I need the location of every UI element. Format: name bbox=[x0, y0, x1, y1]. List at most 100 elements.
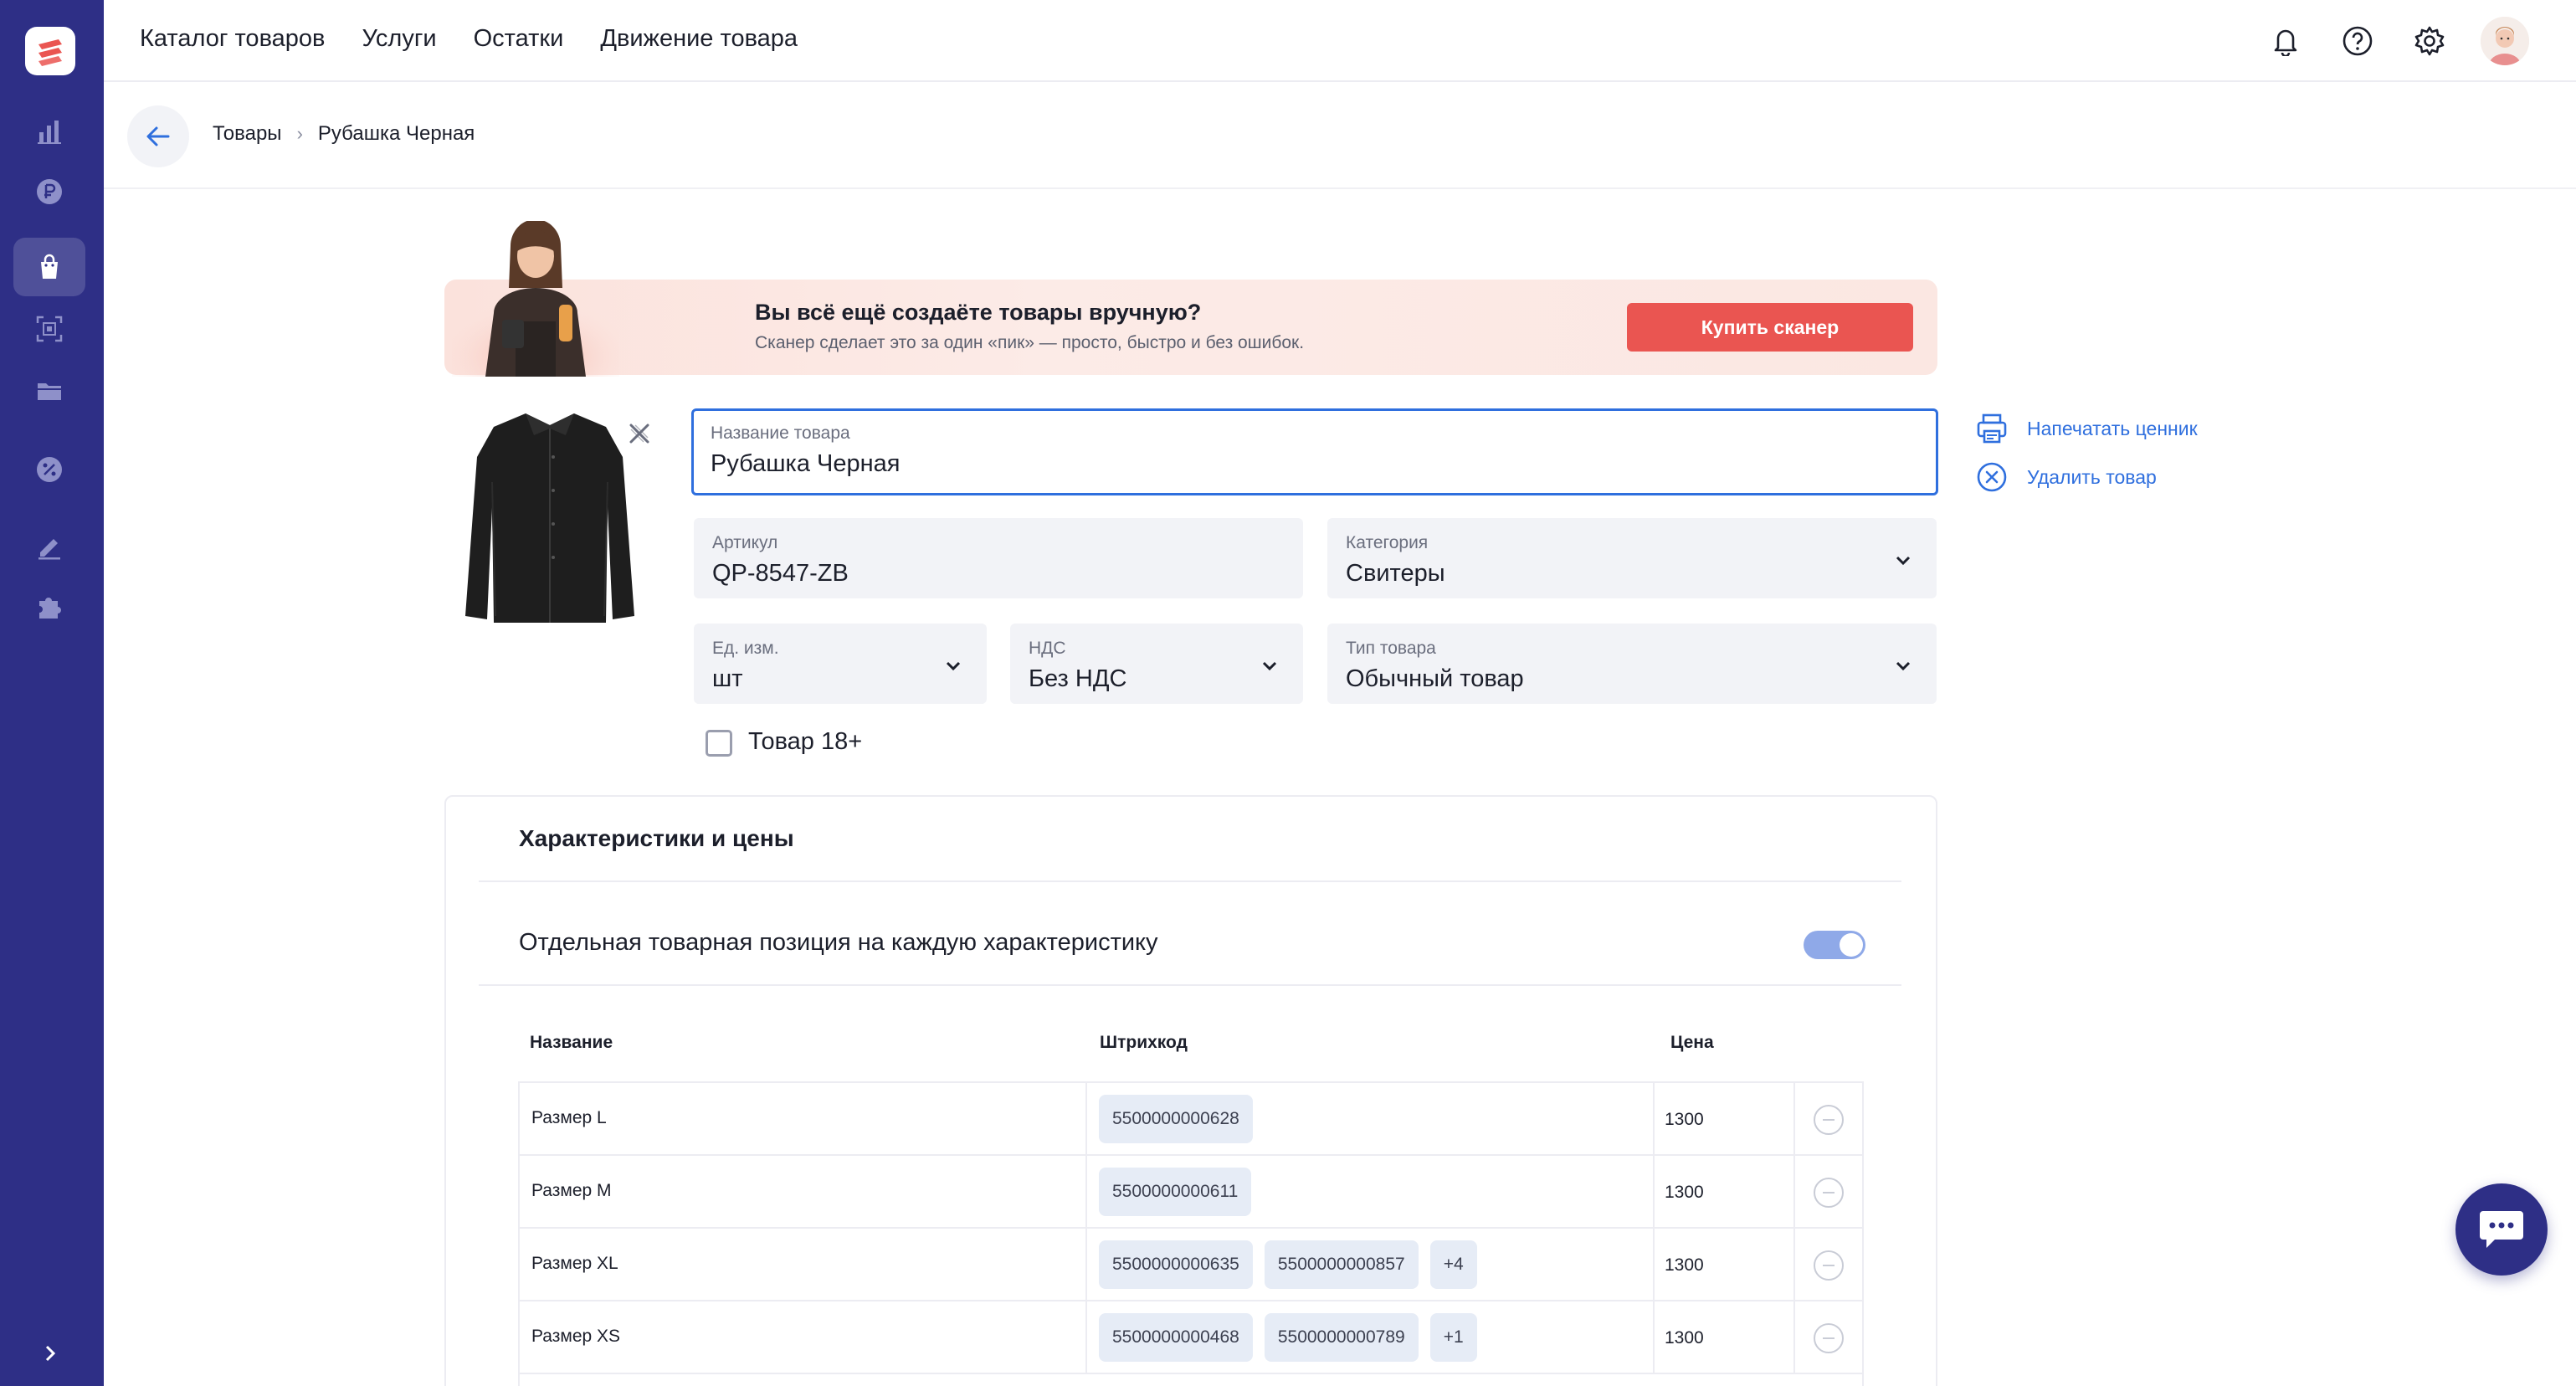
variant-price[interactable]: 1300 bbox=[1665, 1110, 1704, 1130]
cell-border bbox=[1085, 1301, 1087, 1374]
divider bbox=[479, 880, 1901, 882]
remove-variant-button[interactable] bbox=[1814, 1178, 1844, 1208]
sku-field[interactable]: Артикул QP-8547-ZB bbox=[694, 518, 1303, 598]
sidebar-item-documents[interactable] bbox=[13, 362, 85, 420]
print-price-tag-button[interactable]: Напечатать ценник bbox=[1975, 412, 2198, 445]
chevron-down-icon bbox=[946, 661, 961, 671]
barcode-list: 5500000000628 bbox=[1099, 1095, 1253, 1143]
barcode-chip[interactable]: 5500000000468 bbox=[1099, 1313, 1253, 1362]
vat-select[interactable]: НДС Без НДС bbox=[1010, 624, 1303, 704]
barcode-chip[interactable]: 5500000000857 bbox=[1264, 1240, 1419, 1289]
barcode-list: 5500000000468 5500000000789 +1 bbox=[1099, 1313, 1477, 1362]
folder-icon bbox=[38, 383, 61, 400]
variant-name: Размер L bbox=[531, 1108, 607, 1127]
cell-border bbox=[1085, 1229, 1087, 1301]
remove-variant-button[interactable] bbox=[1814, 1250, 1844, 1281]
discount-icon bbox=[37, 457, 62, 482]
user-avatar[interactable] bbox=[2481, 17, 2529, 65]
separate-position-toggle[interactable] bbox=[1804, 931, 1865, 959]
breadcrumb-products[interactable]: Товары bbox=[213, 122, 282, 146]
unit-select[interactable]: Ед. изм. шт bbox=[694, 624, 987, 704]
more-barcodes-chip[interactable]: +4 bbox=[1429, 1240, 1477, 1289]
sidebar-item-finance[interactable] bbox=[13, 162, 85, 221]
sidebar-item-integrations[interactable] bbox=[13, 578, 85, 636]
product-name-value[interactable]: Рубашка Черная bbox=[711, 450, 900, 478]
breadcrumb-bar: Товары › Рубашка Черная bbox=[104, 82, 2576, 189]
table-row: Размер L 5500000000628 1300 bbox=[518, 1081, 1864, 1156]
product-type-select[interactable]: Тип товара Обычный товар bbox=[1327, 624, 1937, 704]
app-logo[interactable] bbox=[25, 27, 75, 75]
characteristics-title: Характеристики и цены bbox=[519, 825, 794, 851]
delete-product-label: Удалить товар bbox=[2027, 465, 2157, 488]
nav-stock[interactable]: Остатки bbox=[474, 25, 564, 53]
sku-label: Артикул bbox=[712, 533, 778, 552]
chevron-down-icon bbox=[1896, 661, 1911, 671]
variant-price[interactable]: 1300 bbox=[1665, 1183, 1704, 1203]
printer-icon bbox=[1977, 413, 2007, 444]
unit-label: Ед. изм. bbox=[712, 639, 779, 658]
chevron-right-icon bbox=[45, 1345, 56, 1362]
sidebar-item-reports[interactable] bbox=[13, 102, 85, 161]
barcode-chip[interactable]: 5500000000789 bbox=[1264, 1313, 1419, 1362]
column-header-name: Название bbox=[530, 1033, 613, 1052]
sku-value[interactable]: QP-8547-ZB bbox=[712, 560, 849, 588]
table-row: Размер M 5500000000611 1300 bbox=[518, 1154, 1864, 1229]
remove-variant-button[interactable] bbox=[1814, 1323, 1844, 1353]
adult-checkbox[interactable] bbox=[706, 730, 732, 757]
remove-image-button[interactable] bbox=[624, 418, 654, 449]
sidebar-expand-button[interactable] bbox=[33, 1339, 67, 1368]
category-select[interactable]: Категория Свитеры bbox=[1327, 518, 1937, 598]
banner-woman-illustration bbox=[452, 221, 619, 377]
unit-value: шт bbox=[712, 665, 743, 692]
barcode-list: 5500000000611 bbox=[1099, 1168, 1252, 1216]
settings-button[interactable] bbox=[2409, 20, 2450, 62]
banner-title: Вы всё ещё создаёте товары вручную? bbox=[755, 300, 1202, 325]
variant-price[interactable]: 1300 bbox=[1665, 1328, 1704, 1348]
variants-table: Размер L 5500000000628 1300 Размер M 550… bbox=[518, 1081, 1864, 1386]
chevron-down-icon bbox=[1896, 556, 1911, 566]
product-image[interactable] bbox=[459, 407, 641, 628]
cell-border bbox=[1653, 1156, 1655, 1229]
barcode-list: 5500000000635 5500000000857 +4 bbox=[1099, 1240, 1477, 1289]
variant-price[interactable]: 1300 bbox=[1665, 1255, 1704, 1276]
cell-border bbox=[1653, 1301, 1655, 1374]
cell-border bbox=[1085, 1083, 1087, 1156]
help-icon bbox=[2343, 26, 2373, 56]
variant-name: Размер XS bbox=[531, 1327, 621, 1346]
barcode-chip[interactable]: 5500000000635 bbox=[1099, 1240, 1253, 1289]
arrow-left-icon bbox=[146, 126, 170, 146]
sidebar-item-edit[interactable] bbox=[13, 517, 85, 576]
nav-movement[interactable]: Движение товара bbox=[600, 25, 798, 53]
variant-name: Размер M bbox=[531, 1181, 612, 1200]
edit-icon bbox=[38, 539, 60, 560]
support-chat-button[interactable] bbox=[2455, 1183, 2548, 1276]
cell-border bbox=[1793, 1301, 1795, 1374]
delete-circle-icon bbox=[1977, 462, 2007, 492]
sidebar-item-discounts[interactable] bbox=[13, 440, 85, 499]
delete-product-button[interactable]: Удалить товар bbox=[1975, 460, 2157, 494]
remove-variant-button[interactable] bbox=[1814, 1105, 1844, 1135]
nav-catalog[interactable]: Каталог товаров bbox=[140, 25, 325, 53]
vat-label: НДС bbox=[1029, 639, 1066, 658]
print-price-tag-label: Напечатать ценник bbox=[2027, 417, 2198, 439]
barcode-chip[interactable]: 5500000000611 bbox=[1099, 1168, 1252, 1216]
nav-services[interactable]: Услуги bbox=[362, 25, 436, 53]
more-barcodes-chip[interactable]: +1 bbox=[1429, 1313, 1477, 1362]
cell-border bbox=[1793, 1229, 1795, 1301]
buy-scanner-button[interactable]: Купить сканер bbox=[1627, 303, 1913, 352]
sidebar-item-scan[interactable] bbox=[13, 300, 85, 358]
sidebar bbox=[0, 0, 104, 1386]
sidebar-item-products[interactable] bbox=[13, 238, 85, 296]
table-row: Размер XL 5500000000635 5500000000857 +4… bbox=[518, 1227, 1864, 1301]
notifications-button[interactable] bbox=[2265, 20, 2307, 62]
barcode-chip[interactable]: 5500000000628 bbox=[1099, 1095, 1253, 1143]
back-button[interactable] bbox=[127, 105, 189, 167]
help-button[interactable] bbox=[2337, 20, 2378, 62]
chat-icon bbox=[2480, 1211, 2523, 1248]
bell-icon bbox=[2274, 29, 2297, 56]
adult-checkbox-label[interactable]: Товар 18+ bbox=[748, 728, 862, 756]
product-name-field[interactable]: Название товара Рубашка Черная bbox=[691, 408, 1938, 495]
cell-border bbox=[1653, 1083, 1655, 1156]
scan-icon bbox=[36, 316, 63, 342]
separate-position-label: Отдельная товарная позиция на каждую хар… bbox=[519, 929, 1158, 956]
